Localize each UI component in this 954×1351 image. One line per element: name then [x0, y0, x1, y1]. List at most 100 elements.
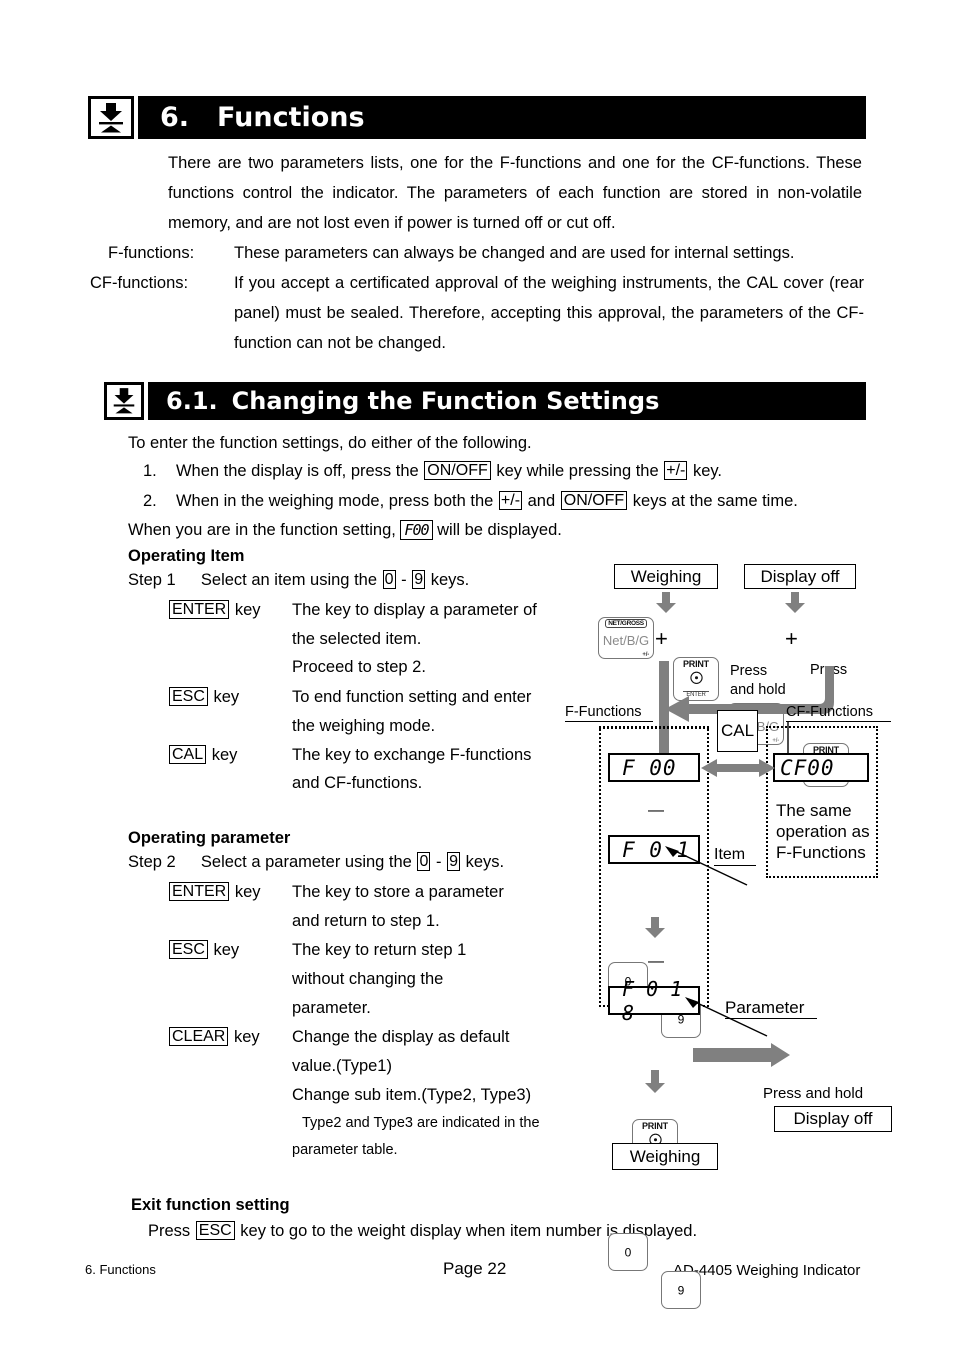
diagram-cf-functions-label: CF-Functions [786, 704, 891, 722]
operating-parameter-note-1: parameter table. [292, 1142, 398, 1158]
enter-step-1-text-a: When the display is off, press the [175, 462, 419, 480]
key-digit-9: 9 [412, 570, 426, 589]
diagram-arrow-down-to-parameter-keys [643, 917, 667, 944]
key-digit-0: 0 [417, 852, 431, 871]
section-title: Changing the Function Settings [231, 387, 660, 415]
operating-item-row-cal-desc-0: The key to exchange F-functions [292, 746, 532, 764]
key-digit-0: 0 [382, 570, 396, 589]
enter-step-2-number: 2. [143, 492, 157, 510]
operating-item-step-label: Step 1 [128, 571, 176, 589]
operating-item-row-esc-desc-1: the weighing mode. [292, 717, 436, 735]
diagram-arrow-left-right [701, 756, 775, 785]
operating-parameter-row-esc-suffix: key [213, 941, 240, 959]
weigh-compress-icon [88, 96, 134, 139]
section-header-background: 6.1. Changing the Function Settings [148, 382, 866, 420]
diagram-cf-note: The same operation as F-Functions [776, 801, 870, 862]
operating-item-row-enter-desc-2: Proceed to step 2. [292, 658, 426, 676]
chapter-intro-paragraph: There are two parameters lists, one for … [168, 154, 862, 232]
diagram-arrow-right-display-off [693, 1043, 791, 1072]
operating-parameter-row-clear-desc-2: Change sub item.(Type2, Type3) [292, 1086, 532, 1104]
operating-item-row-cal-desc-1: and CF-functions. [292, 774, 423, 792]
operating-item-row-esc-suffix: key [213, 688, 240, 706]
diagram-item-label: Item [714, 847, 756, 866]
operating-parameter-row-enter-desc-1: and return to step 1. [292, 912, 440, 930]
keycap-digit-0-label: 0 [624, 1245, 632, 1260]
definition-term-cf-functions: CF-functions: [90, 274, 189, 292]
key-clear: CLEAR [169, 1027, 229, 1046]
diagram-weighing-bottom-box: Weighing [612, 1143, 718, 1170]
operating-item-row-enter-key: ENTER key [168, 595, 261, 625]
chapter-number: 6. [160, 102, 190, 133]
operating-parameter-row-clear-suffix: key [233, 1028, 260, 1046]
operating-item-step-line: Step 1 Select an item using the 0 - 9 ke… [128, 565, 469, 595]
exit-function-text-a: Press [148, 1222, 191, 1240]
keycap-digit-0[interactable]: 0 [608, 1233, 648, 1271]
key-esc: ESC [195, 1221, 235, 1240]
lcd-f00-inline: F00 [400, 520, 433, 540]
diagram-parameter-label: Parameter [725, 999, 817, 1019]
keycap-net-gross-mid-label: Net/B/G [602, 633, 650, 649]
operating-parameter-row-esc-desc-1: without changing the [292, 970, 444, 988]
key-esc: ESC [169, 940, 208, 959]
key-esc: ESC [169, 687, 208, 706]
operating-parameter-row-clear-desc-0: Change the display as default [292, 1028, 510, 1046]
key-cal: CAL [169, 745, 207, 764]
keycap-net-gross[interactable]: NET/GROSS Net/B/G +/- [598, 617, 654, 659]
key-enter: ENTER [169, 600, 230, 619]
enter-step-2-text-b: and [527, 492, 556, 510]
keycap-net-gross-top-label: NET/GROSS [605, 619, 647, 628]
operating-item-row-cal-key: CAL key [168, 740, 237, 770]
diagram-display-off-top-box: Display off [744, 564, 856, 589]
chapter-header-background: 6. Functions [138, 96, 866, 139]
key-on-off: ON/OFF [424, 461, 491, 480]
definition-term-f-functions: F-functions: [108, 244, 195, 262]
function-setting-note-a: When you are in the function setting, [128, 521, 396, 539]
operating-parameter-row-esc-desc-0: The key to return step 1 [292, 941, 467, 959]
diagram-lcd-f00: F 00 [608, 753, 700, 782]
diagram-lcd-cf00: CF00 [773, 753, 869, 782]
document-page: 6. Functions There are two parameters li… [0, 0, 954, 1351]
operating-parameter-note-0: Type2 and Type3 are indicated in the [302, 1115, 540, 1131]
diagram-arrow-down-display-off [783, 592, 807, 614]
footer-page-number: Page 22 [443, 1259, 507, 1278]
operating-parameter-step-text-b: keys. [465, 853, 505, 871]
diagram-plus-sign-1: + [655, 626, 668, 651]
operating-parameter-step-label: Step 2 [128, 853, 176, 871]
diagram-press-and-hold-label-2: Press and hold [763, 1085, 864, 1102]
weigh-compress-icon [104, 382, 144, 420]
enter-step-2-text-a: When in the weighing mode, press both th… [175, 492, 494, 510]
chapter-header-bar: 6. Functions [88, 96, 866, 139]
operating-parameter-step-line: Step 2 Select a parameter using the 0 - … [128, 847, 504, 877]
operating-parameter-row-enter-suffix: key [234, 883, 261, 901]
diagram-range-dash-1: — [648, 802, 664, 819]
key-on-off: ON/OFF [560, 491, 628, 510]
enter-step-1-text-b: key while pressing the [496, 462, 659, 480]
operating-item-row-enter-desc-0: The key to display a parameter of [292, 601, 537, 619]
operating-item-row-esc-desc-0: To end function setting and enter [292, 688, 532, 706]
enter-step-1-text-c: key. [692, 462, 723, 480]
chapter-title: Functions [217, 102, 365, 133]
keycap-digit-9[interactable]: 9 [661, 1271, 701, 1309]
definition-text-f-functions: These parameters can always be changed a… [234, 244, 795, 262]
diagram-cal-box: CAL [717, 710, 758, 752]
enter-step-2-text-c: keys at the same time. [632, 492, 798, 510]
operating-item-row-esc-key: ESC key [168, 682, 239, 712]
key-digit-9: 9 [447, 852, 460, 871]
operating-item-step-text-a: Select an item using the [200, 571, 378, 589]
section-header-bar: 6.1. Changing the Function Settings [104, 382, 866, 420]
operating-item-step-dash: - [401, 571, 407, 589]
operating-parameter-row-clear-desc-1: value.(Type1) [292, 1057, 392, 1075]
operating-parameter-row-enter-desc-0: The key to store a parameter [292, 883, 504, 901]
diagram-arrow-down-weighing [654, 592, 678, 614]
key-enter: ENTER [169, 882, 230, 901]
keycap-print-top-label: PRINT [641, 1121, 668, 1131]
enter-step-1-number: 1. [143, 462, 157, 480]
key-plus-minus: +/- [498, 491, 523, 510]
operating-item-step-text-b: keys. [430, 571, 470, 589]
operating-parameter-row-clear-key: CLEAR key [168, 1022, 260, 1052]
definition-text-cf-functions: If you accept a certificated approval of… [234, 274, 864, 352]
operating-parameter-row-enter-key: ENTER key [168, 877, 261, 907]
operating-item-row-enter-suffix: key [234, 601, 261, 619]
operating-item-row-cal-suffix: key [211, 746, 238, 764]
function-setting-note-b: will be displayed. [437, 521, 562, 539]
